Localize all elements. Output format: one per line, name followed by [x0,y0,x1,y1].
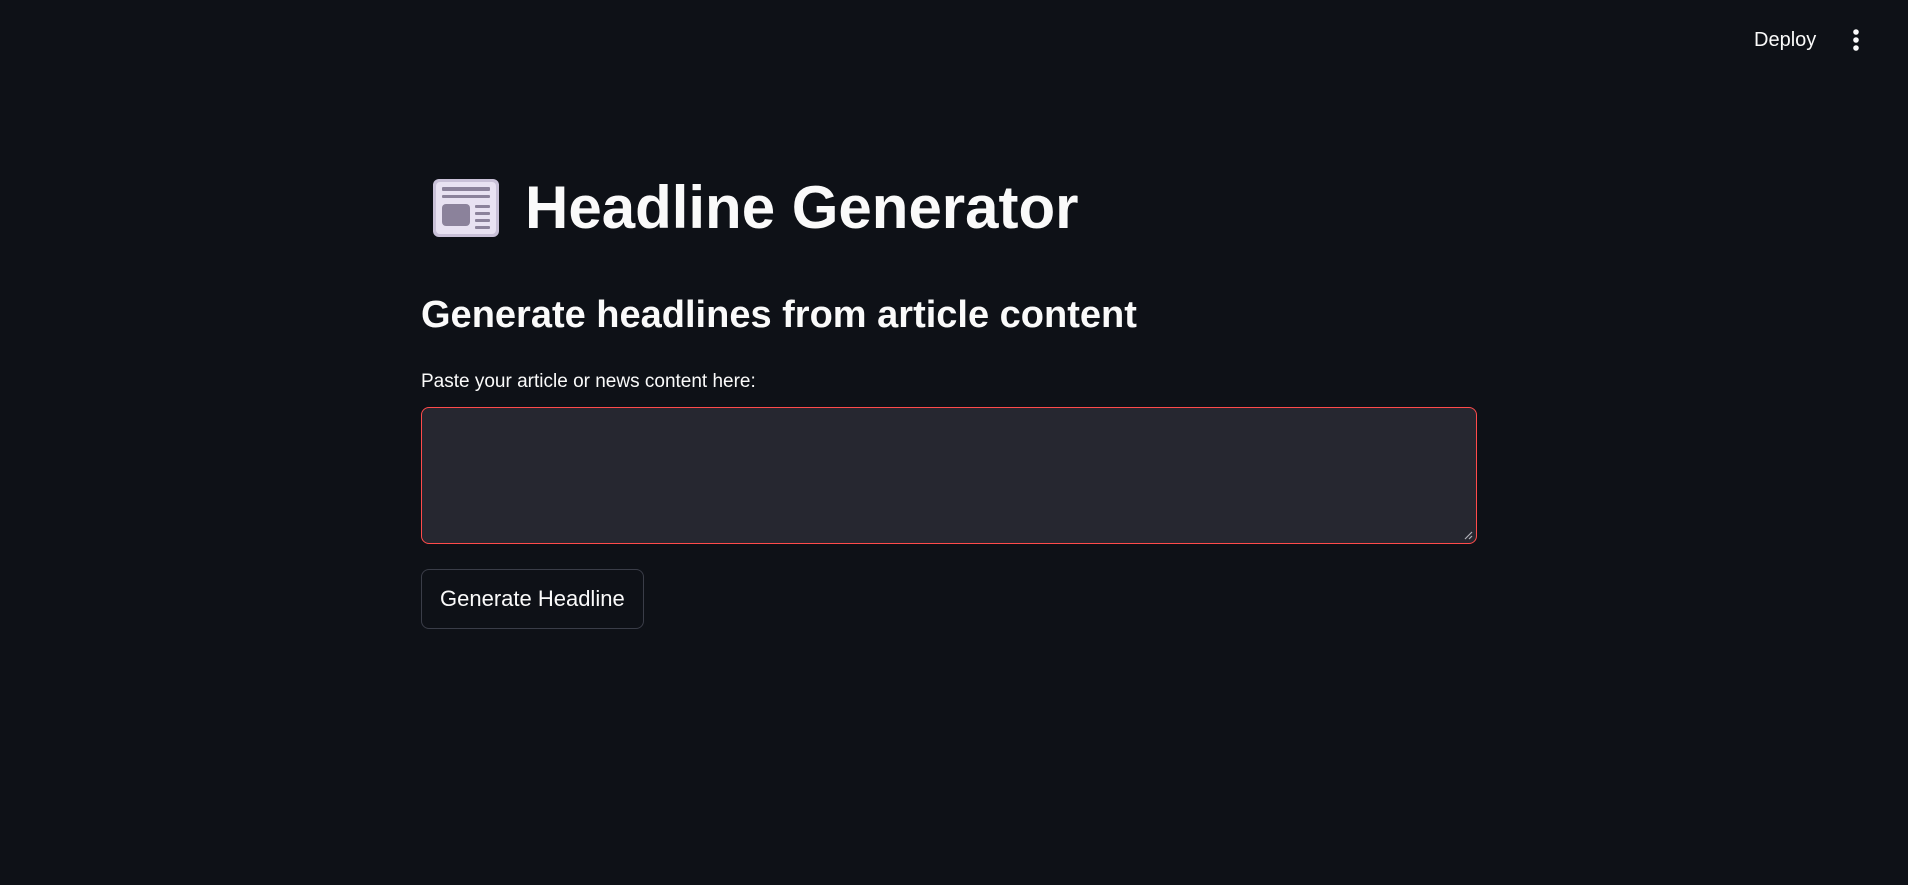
resize-handle-icon[interactable] [1463,530,1473,540]
deploy-button[interactable]: Deploy [1740,24,1830,56]
page-title: Headline Generator [525,174,1079,241]
app-header: Deploy [0,0,1908,80]
main-menu-button[interactable] [1838,22,1874,58]
page-title-row: Headline Generator [431,168,1079,248]
newspaper-icon [433,179,499,237]
page-subtitle: Generate headlines from article content [421,294,1137,336]
article-input-label: Paste your article or news content here: [421,371,756,392]
more-vertical-icon [1853,29,1859,51]
generate-headline-button[interactable]: Generate Headline [421,569,644,629]
article-content-textarea[interactable] [421,407,1477,544]
